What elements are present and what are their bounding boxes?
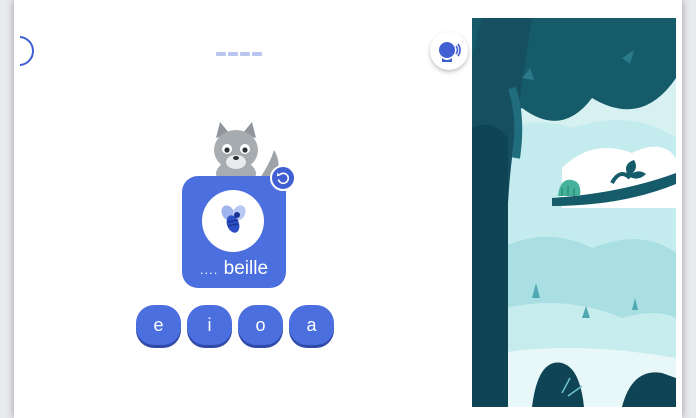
word-suffix: beille (223, 258, 269, 279)
letter-button-i[interactable]: i (187, 305, 232, 345)
picture-circle (202, 190, 264, 252)
replay-button[interactable] (270, 165, 296, 191)
audio-button[interactable] (430, 32, 468, 70)
bee-icon (221, 205, 246, 233)
progress-indicator (216, 52, 262, 56)
letter-button-e[interactable]: e (136, 305, 181, 345)
speaking-head-icon (439, 42, 461, 62)
word-card: .... beille (182, 176, 286, 288)
forest-scene (472, 18, 676, 407)
letter-choices: e i o a (136, 305, 334, 345)
letter-button-o[interactable]: o (238, 305, 283, 345)
progress-segment (216, 52, 226, 56)
progress-segment (240, 52, 250, 56)
replay-icon (276, 172, 290, 185)
exercise-panel: .... beille e i o a (20, 18, 476, 407)
progress-segment (228, 52, 238, 56)
word-label: .... beille (182, 258, 286, 280)
letter-button-a[interactable]: a (289, 305, 334, 345)
progress-segment (252, 52, 262, 56)
back-button[interactable] (20, 36, 34, 66)
word-blank: .... (199, 262, 219, 277)
game-screen: .... beille e i o a (20, 18, 676, 407)
